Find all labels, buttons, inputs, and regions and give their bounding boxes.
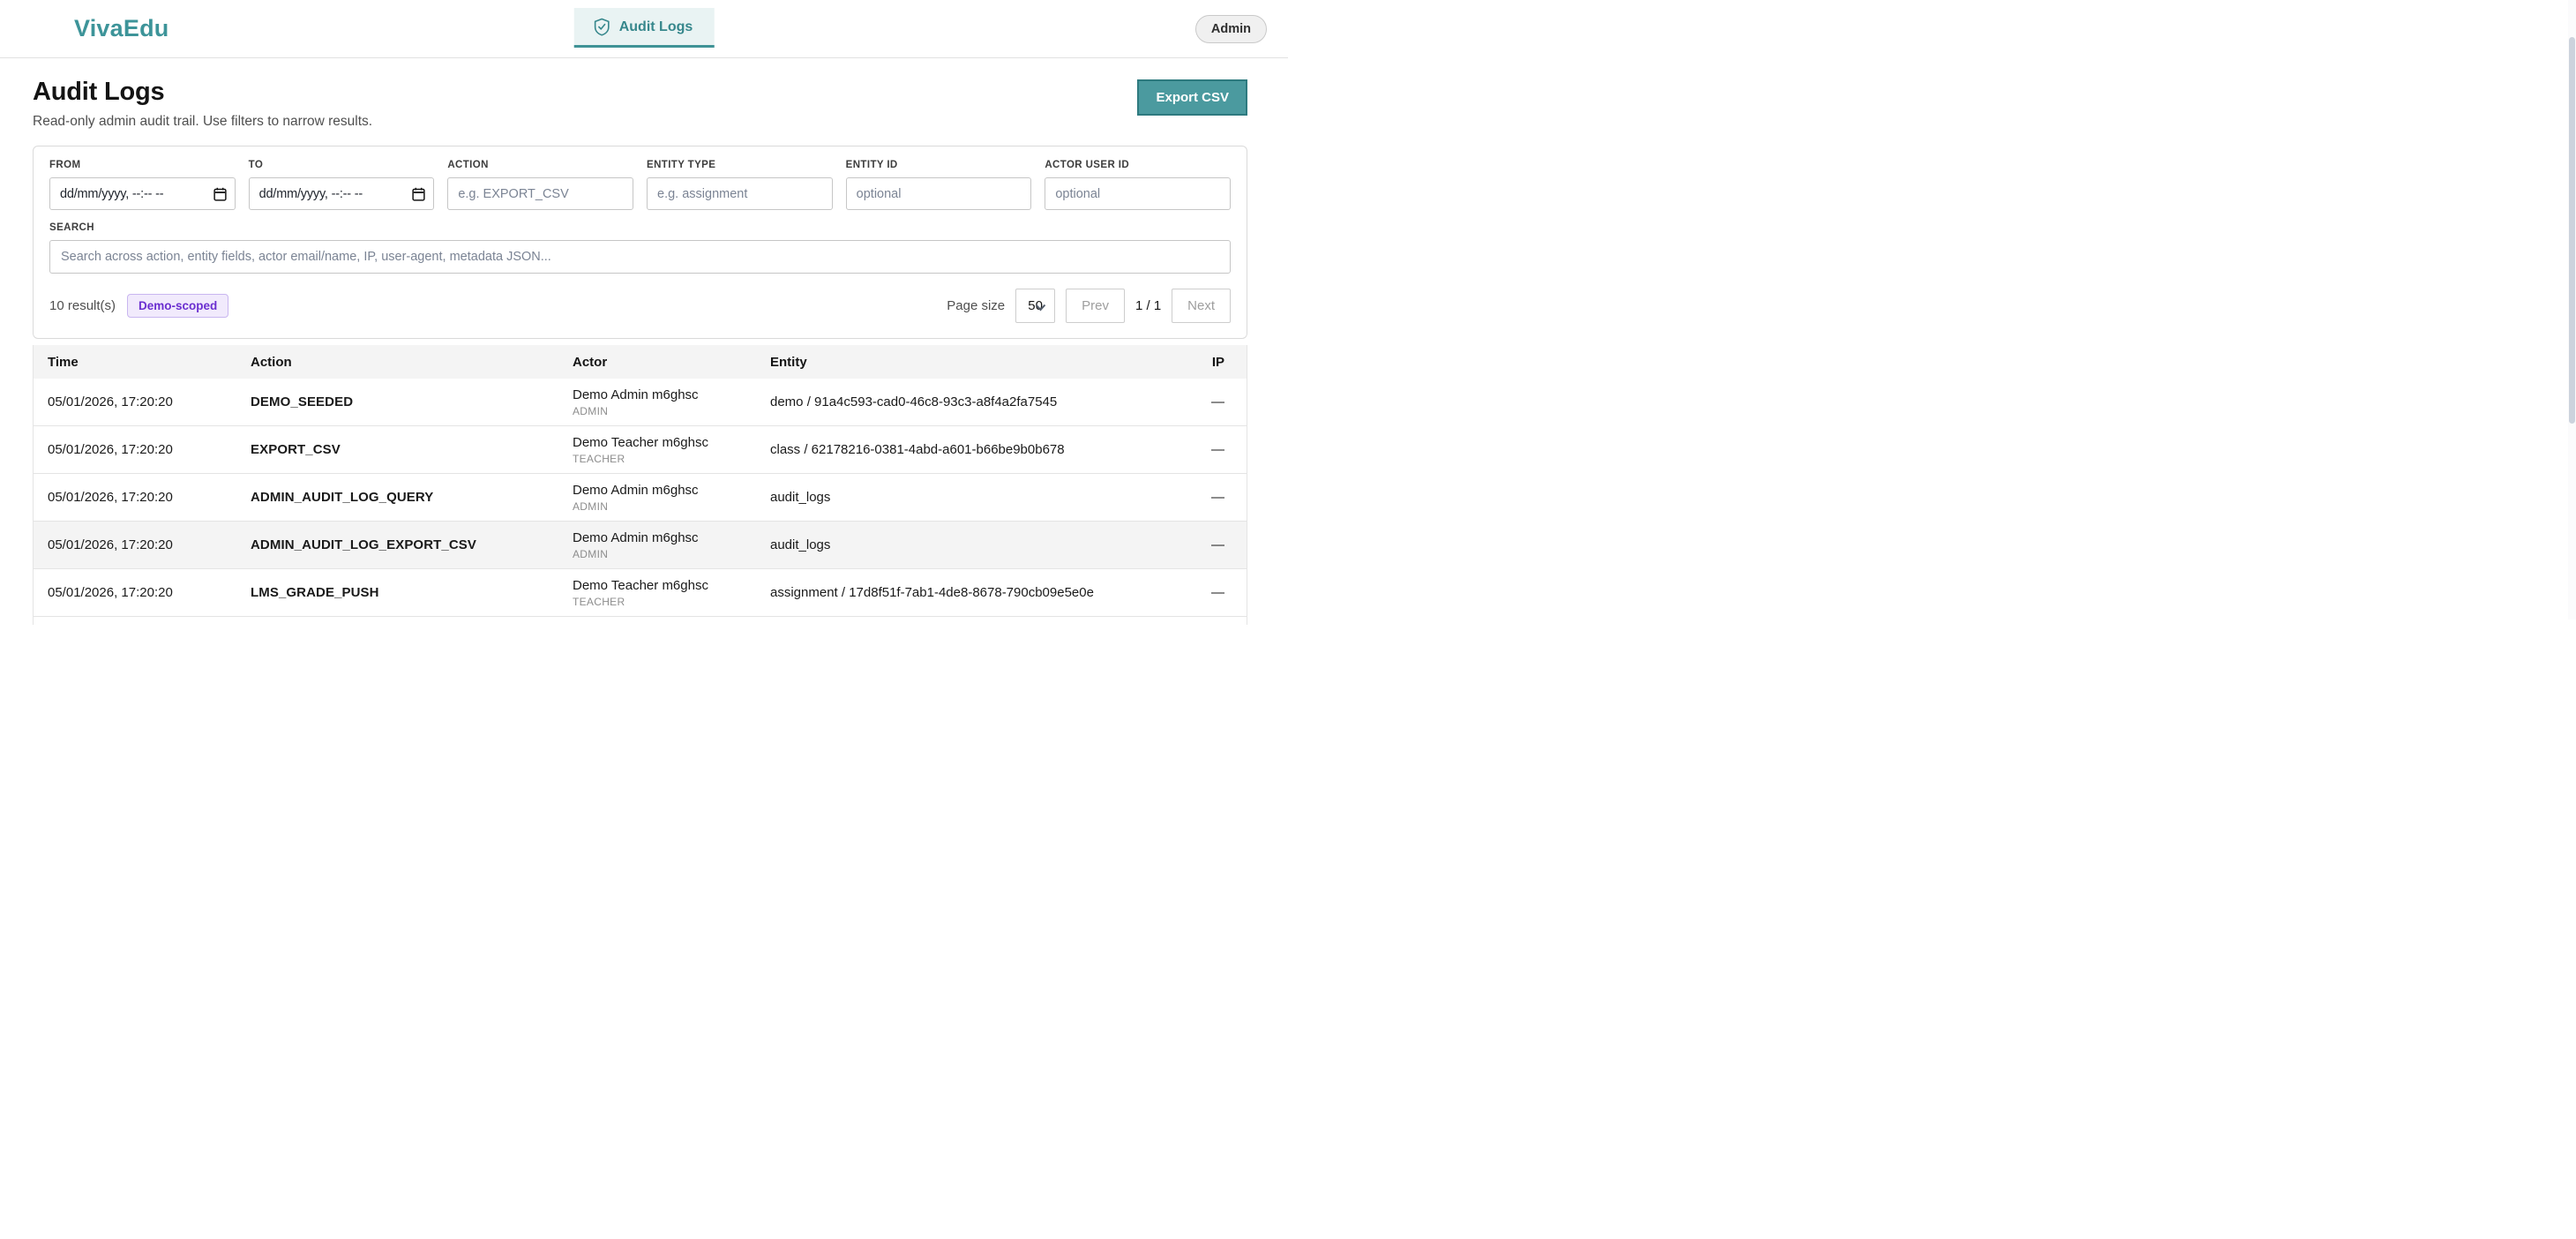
search-label: SEARCH — [49, 222, 1231, 233]
prev-page-button[interactable]: Prev — [1066, 289, 1125, 323]
page-indicator: 1 / 1 — [1135, 298, 1161, 313]
page-size-select[interactable]: 50 — [1015, 289, 1055, 323]
cell-entity: demo / 91a4c593-cad0-46c8-93c3-a8f4a2fa7… — [756, 394, 1151, 409]
filter-from: FROM — [49, 160, 236, 210]
actor-name: Demo Teacher m6ghsc — [573, 578, 756, 593]
column-header-actor: Actor — [558, 355, 756, 370]
chevron-down-icon — [1035, 304, 1046, 312]
table-row: 05/01/2026, 17:20:20 ADMIN_AUDIT_LOG_QUE… — [34, 474, 1247, 522]
cell-actor: Demo Admin m6ghsc ADMIN — [558, 483, 756, 513]
cell-action: EXPORT_CSV — [236, 442, 558, 457]
actor-name: Demo Admin m6ghsc — [573, 387, 756, 402]
page-title: Audit Logs — [33, 78, 372, 107]
filter-actor-user-id-input[interactable] — [1045, 177, 1231, 210]
actor-role: TEACHER — [573, 596, 756, 608]
main-content: Audit Logs Read-only admin audit trail. … — [0, 78, 1288, 625]
table-row: 05/01/2026, 17:20:20 DEMO_SEEDED Demo Ad… — [34, 379, 1247, 426]
calendar-icon[interactable] — [213, 187, 227, 201]
filter-action: ACTION — [447, 160, 633, 210]
top-bar: VivaEdu Audit Logs Admin — [0, 0, 1288, 58]
results-toolbar: 10 result(s) Demo-scoped Page size 50 Pr… — [49, 289, 1231, 323]
partial-next-row — [34, 617, 1247, 625]
cell-ip: — — [1151, 585, 1247, 600]
search-input[interactable] — [49, 240, 1231, 274]
cell-actor: Demo Admin m6ghsc ADMIN — [558, 530, 756, 560]
cell-action: ADMIN_AUDIT_LOG_QUERY — [236, 490, 558, 505]
table-row: 05/01/2026, 17:20:20 ADMIN_AUDIT_LOG_EXP… — [34, 522, 1247, 569]
filters-grid: FROM TO — [49, 160, 1231, 210]
cell-ip: — — [1151, 394, 1247, 409]
cell-time: 05/01/2026, 17:20:20 — [34, 490, 236, 505]
results-count: 10 result(s) — [49, 298, 116, 313]
table-row: 05/01/2026, 17:20:20 LMS_GRADE_PUSH Demo… — [34, 569, 1247, 617]
cell-ip: — — [1151, 537, 1247, 552]
cell-actor: Demo Teacher m6ghsc TEACHER — [558, 435, 756, 465]
cell-ip: — — [1151, 442, 1247, 457]
cell-action: DEMO_SEEDED — [236, 394, 558, 409]
demo-scoped-badge: Demo-scoped — [127, 294, 228, 318]
filter-actor-user-id-label: ACTOR USER ID — [1045, 160, 1231, 170]
cell-entity: assignment / 17d8f51f-7ab1-4de8-8678-790… — [756, 585, 1151, 600]
actor-name: Demo Teacher m6ghsc — [573, 435, 756, 450]
filter-entity-id-label: ENTITY ID — [846, 160, 1032, 170]
actor-role: ADMIN — [573, 405, 756, 417]
cell-time: 05/01/2026, 17:20:20 — [34, 394, 236, 409]
page-head-text: Audit Logs Read-only admin audit trail. … — [33, 78, 372, 130]
filter-entity-id: ENTITY ID — [846, 160, 1032, 210]
cell-action: ADMIN_AUDIT_LOG_EXPORT_CSV — [236, 537, 558, 552]
cell-entity: audit_logs — [756, 537, 1151, 552]
column-header-action: Action — [236, 355, 558, 370]
actor-role: ADMIN — [573, 548, 756, 560]
cell-actor: Demo Teacher m6ghsc TEACHER — [558, 578, 756, 608]
column-header-time: Time — [34, 355, 236, 370]
audit-log-table: Time Action Actor Entity IP 05/01/2026, … — [33, 345, 1247, 625]
tab-audit-logs-label: Audit Logs — [619, 19, 693, 35]
cell-action: LMS_GRADE_PUSH — [236, 585, 558, 600]
page-subtitle: Read-only admin audit trail. Use filters… — [33, 114, 372, 130]
actor-role: TEACHER — [573, 453, 756, 465]
filter-to-label: TO — [249, 160, 435, 170]
filter-from-input[interactable] — [49, 177, 236, 210]
scrollbar-thumb[interactable] — [2569, 37, 2575, 424]
tab-audit-logs[interactable]: Audit Logs — [574, 8, 715, 48]
filter-entity-id-input[interactable] — [846, 177, 1032, 210]
table-header-row: Time Action Actor Entity IP — [34, 345, 1247, 379]
app-logo: VivaEdu — [74, 15, 168, 42]
table-row: 05/01/2026, 17:20:20 EXPORT_CSV Demo Tea… — [34, 426, 1247, 474]
pagination: Page size 50 Prev 1 / 1 Next — [947, 289, 1231, 323]
filters-panel: FROM TO — [33, 146, 1247, 339]
filter-to: TO — [249, 160, 435, 210]
export-csv-button[interactable]: Export CSV — [1137, 79, 1247, 116]
next-page-button[interactable]: Next — [1172, 289, 1231, 323]
column-header-entity: Entity — [756, 355, 1151, 370]
cell-entity: audit_logs — [756, 490, 1151, 505]
table-body: 05/01/2026, 17:20:20 DEMO_SEEDED Demo Ad… — [34, 379, 1247, 617]
actor-role: ADMIN — [573, 500, 756, 513]
cell-time: 05/01/2026, 17:20:20 — [34, 442, 236, 457]
column-header-ip: IP — [1151, 355, 1247, 370]
cell-entity: class / 62178216-0381-4abd-a601-b66be9b0… — [756, 442, 1151, 457]
scrollbar-track — [2568, 0, 2576, 620]
page-head: Audit Logs Read-only admin audit trail. … — [33, 78, 1247, 130]
filter-entity-type: ENTITY TYPE — [647, 160, 833, 210]
actor-name: Demo Admin m6ghsc — [573, 483, 756, 498]
filter-actor-user-id: ACTOR USER ID — [1045, 160, 1231, 210]
actor-name: Demo Admin m6ghsc — [573, 530, 756, 545]
shield-check-icon — [594, 18, 610, 36]
search-section: SEARCH — [49, 222, 1231, 274]
calendar-icon[interactable] — [412, 187, 425, 201]
cell-time: 05/01/2026, 17:20:20 — [34, 585, 236, 600]
filter-to-input[interactable] — [249, 177, 435, 210]
filter-entity-type-input[interactable] — [647, 177, 833, 210]
filter-action-input[interactable] — [447, 177, 633, 210]
cell-time: 05/01/2026, 17:20:20 — [34, 537, 236, 552]
page-size-label: Page size — [947, 298, 1005, 313]
role-badge: Admin — [1195, 15, 1267, 43]
filter-from-label: FROM — [49, 160, 236, 170]
filter-entity-type-label: ENTITY TYPE — [647, 160, 833, 170]
cell-ip: — — [1151, 490, 1247, 505]
filter-action-label: ACTION — [447, 160, 633, 170]
cell-actor: Demo Admin m6ghsc ADMIN — [558, 387, 756, 417]
